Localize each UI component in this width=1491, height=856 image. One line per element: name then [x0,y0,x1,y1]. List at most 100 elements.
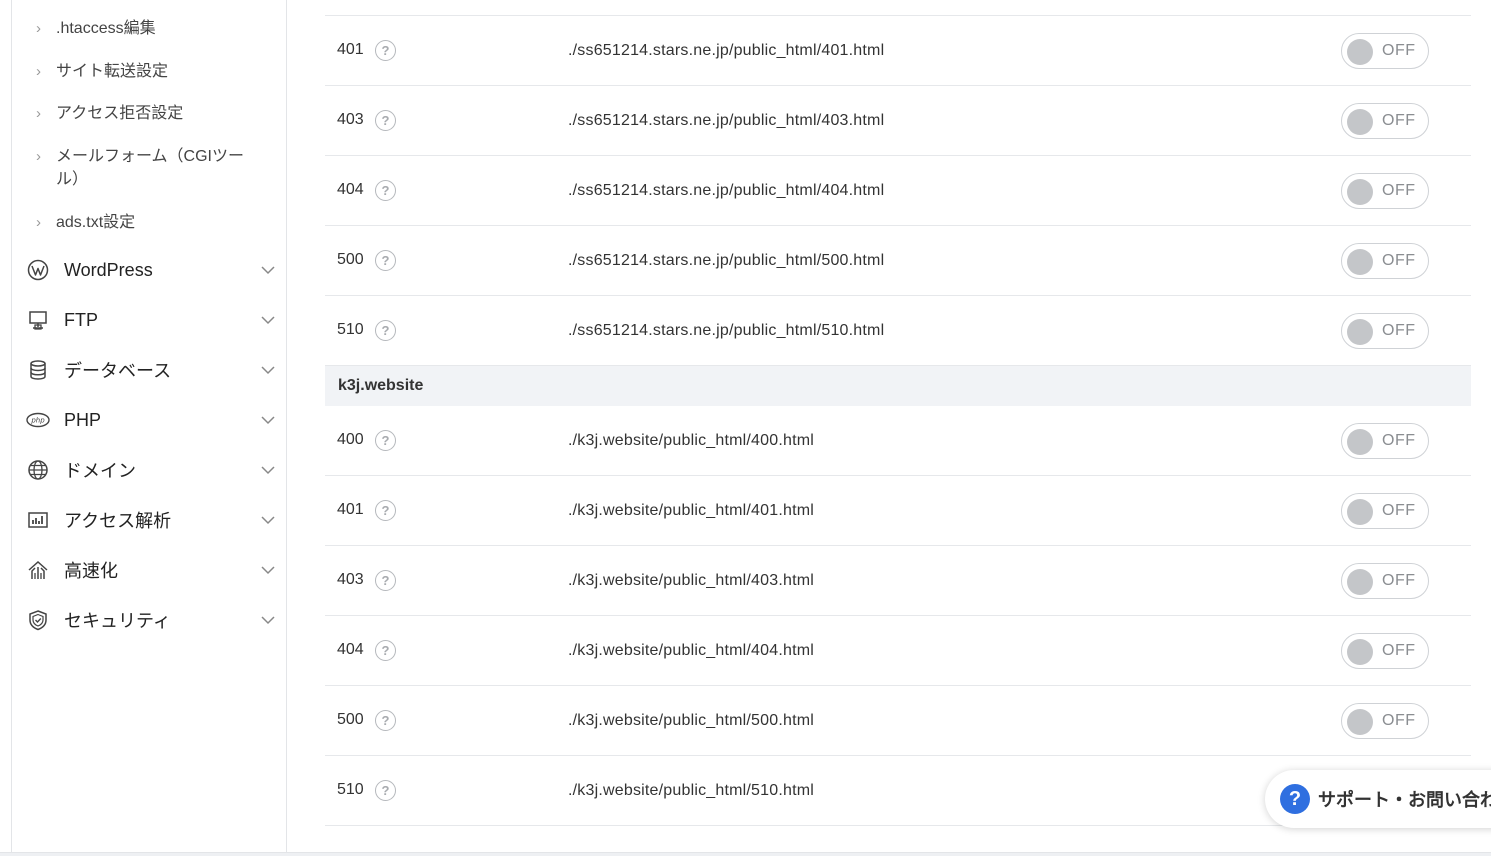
toggle-label: OFF [1382,252,1416,269]
sidebar-subitem-mailform[interactable]: › メールフォーム（CGIツール） [36,145,261,191]
sidebar-item-label: WordPress [64,259,153,280]
help-icon[interactable]: ? [375,500,396,521]
sidebar-item-label: セキュリティ [64,611,171,631]
help-icon[interactable]: ? [375,640,396,661]
support-contact-label: サポート・お問い合わせ [1318,790,1491,810]
table-row: 404 ? ./k3j.website/public_html/404.html… [325,616,1471,686]
toggle-label: OFF [1382,642,1416,659]
help-icon[interactable]: ? [375,780,396,801]
sidebar-subitem-label: ads.txt設定 [56,214,136,231]
error-code: 403 [337,111,364,128]
chevron-down-icon [260,362,276,378]
sidebar-subitem-label: .htaccess編集 [56,20,156,37]
chevron-down-icon [260,262,276,278]
sidebar-subitem-ads-txt[interactable]: › ads.txt設定 [36,211,271,234]
chevron-down-icon [260,612,276,628]
error-page-toggle[interactable]: OFF [1341,313,1429,349]
sidebar-item-label: アクセス解析 [64,511,172,531]
chevron-down-icon [260,412,276,428]
error-page-path: ./k3j.website/public_html/404.html [568,642,815,659]
error-page-path: ./k3j.website/public_html/400.html [568,432,815,449]
help-icon[interactable]: ? [375,250,396,271]
error-page-toggle[interactable]: OFF [1341,243,1429,279]
chevron-right-icon: › [36,148,41,165]
sidebar-item-label: 高速化 [64,561,118,581]
table-row: 401 ? ./ss651214.stars.ne.jp/public_html… [325,16,1471,86]
question-icon: ? [1280,784,1310,814]
error-code: 400 [337,431,364,448]
support-contact-button[interactable]: ? サポート・お問い合わせ [1265,770,1491,828]
error-page-path: ./k3j.website/public_html/500.html [568,712,815,729]
error-page-path: ./k3j.website/public_html/403.html [568,572,815,589]
table-row: 500 ? ./k3j.website/public_html/500.html… [325,686,1471,756]
toggle-label: OFF [1382,572,1416,589]
error-code: 401 [337,501,364,518]
toggle-label: OFF [1382,502,1416,519]
error-code: 500 [337,251,364,268]
error-code: 404 [337,181,364,198]
error-page-toggle[interactable]: OFF [1341,703,1429,739]
domain-name: k3j.website [338,377,424,394]
error-code: 401 [337,41,364,58]
sidebar-item-label: FTP [64,309,98,330]
table-row: 403 ? ./k3j.website/public_html/403.html… [325,546,1471,616]
error-page-path: ./k3j.website/public_html/401.html [568,502,815,519]
sidebar-item-php[interactable]: php PHP [26,405,276,435]
toggle-label: OFF [1382,42,1416,59]
error-page-toggle[interactable]: OFF [1341,493,1429,529]
sidebar-item-domain[interactable]: ドメイン [26,455,276,485]
svg-text:php: php [30,417,45,425]
sidebar-item-database[interactable]: データベース [26,355,276,385]
error-page-path: ./ss651214.stars.ne.jp/public_html/403.h… [568,112,885,129]
help-icon[interactable]: ? [375,110,396,131]
sidebar-subitem-access-deny[interactable]: › アクセス拒否設定 [36,102,271,125]
table-row: 500 ? ./ss651214.stars.ne.jp/public_html… [325,226,1471,296]
error-page-toggle[interactable]: OFF [1341,423,1429,459]
error-page-toggle[interactable]: OFF [1341,103,1429,139]
toggle-label: OFF [1382,712,1416,729]
table-row: 401 ? ./k3j.website/public_html/401.html… [325,476,1471,546]
help-icon[interactable]: ? [375,320,396,341]
sidebar-item-wordpress[interactable]: WordPress [26,255,276,285]
sidebar-subitem-label: メールフォーム（CGIツール） [56,148,244,188]
toggle-knob [1347,709,1373,735]
chevron-right-icon: › [36,63,41,80]
sidebar-item-analytics[interactable]: アクセス解析 [26,505,276,535]
chevron-down-icon [260,512,276,528]
sidebar-item-ftp[interactable]: FTP [26,305,276,335]
speed-icon [26,558,50,582]
table-row: 403 ? ./ss651214.stars.ne.jp/public_html… [325,86,1471,156]
table-row: 404 ? ./ss651214.stars.ne.jp/public_html… [325,156,1471,226]
sidebar-item-label: ドメイン [64,461,136,481]
toggle-knob [1347,499,1373,525]
toggle-knob [1347,179,1373,205]
error-page-toggle[interactable]: OFF [1341,633,1429,669]
toggle-knob [1347,569,1373,595]
analytics-icon [26,508,50,532]
toggle-knob [1347,109,1373,135]
help-icon[interactable]: ? [375,180,396,201]
help-icon[interactable]: ? [375,710,396,731]
chevron-right-icon: › [36,214,41,231]
domain-group-header: k3j.website [325,366,1471,406]
shield-icon [26,608,50,632]
sidebar-subitem-site-redirect[interactable]: › サイト転送設定 [36,60,271,83]
help-icon[interactable]: ? [375,570,396,591]
error-page-toggle[interactable]: OFF [1341,173,1429,209]
chevron-down-icon [260,312,276,328]
help-icon[interactable]: ? [375,430,396,451]
error-code: 403 [337,571,364,588]
chevron-right-icon: › [36,105,41,122]
wordpress-icon [26,258,50,282]
help-icon[interactable]: ? [375,40,396,61]
php-icon: php [26,408,50,432]
toggle-knob [1347,319,1373,345]
error-page-toggle[interactable]: OFF [1341,33,1429,69]
sidebar-item-security[interactable]: セキュリティ [26,605,276,635]
toggle-knob [1347,39,1373,65]
sidebar-subitem-htaccess[interactable]: › .htaccess編集 [36,17,271,40]
sidebar-item-speed[interactable]: 高速化 [26,555,276,585]
error-page-path: ./ss651214.stars.ne.jp/public_html/510.h… [568,322,885,339]
error-page-toggle[interactable]: OFF [1341,563,1429,599]
toggle-label: OFF [1382,432,1416,449]
